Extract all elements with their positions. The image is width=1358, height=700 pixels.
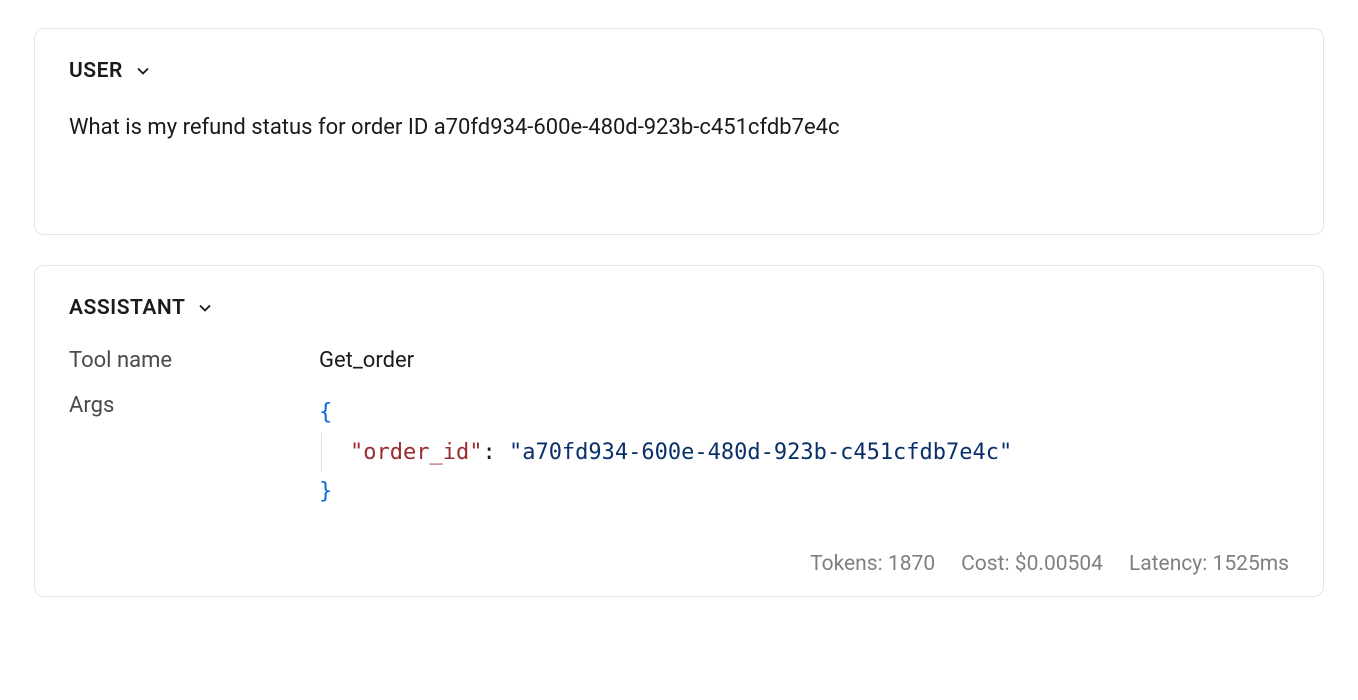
cost-value: $0.00504 <box>1015 552 1103 576</box>
user-message-content: What is my refund status for order ID a7… <box>69 111 1289 144</box>
stats-row: Tokens: 1870 Cost: $0.00504 Latency: 152… <box>69 552 1289 576</box>
tool-name-label: Tool name <box>69 348 319 373</box>
args-row: Args { "order_id": "a70fd934-600e-480d-9… <box>69 393 1289 512</box>
chevron-down-icon <box>195 298 215 318</box>
json-key: "order_id" <box>350 440 482 465</box>
json-value: "a70fd934-600e-480d-923b-c451cfdb7e4c" <box>509 440 1012 465</box>
json-body: "order_id": "a70fd934-600e-480d-923b-c45… <box>321 433 1012 473</box>
tokens-label: Tokens: <box>810 552 883 576</box>
cost-label: Cost: <box>961 552 1009 576</box>
user-message-card: USER What is my refund status for order … <box>34 28 1324 235</box>
latency-value: 1525ms <box>1213 552 1289 576</box>
assistant-role-label: ASSISTANT <box>69 296 185 320</box>
args-json-block: { "order_id": "a70fd934-600e-480d-923b-c… <box>319 393 1289 512</box>
user-header-toggle[interactable]: USER <box>69 59 1289 83</box>
tokens-stat: Tokens: 1870 <box>810 552 935 576</box>
cost-stat: Cost: $0.00504 <box>961 552 1103 576</box>
assistant-header-toggle[interactable]: ASSISTANT <box>69 296 1289 320</box>
assistant-message-card: ASSISTANT Tool name Get_order Args { "or… <box>34 265 1324 597</box>
latency-label: Latency: <box>1129 552 1207 576</box>
tool-name-value: Get_order <box>319 348 1289 373</box>
args-label: Args <box>69 393 319 512</box>
json-open-brace: { <box>319 400 332 425</box>
user-role-label: USER <box>69 59 123 83</box>
chevron-down-icon <box>133 61 153 81</box>
tokens-value: 1870 <box>888 552 935 576</box>
json-close-brace: } <box>319 479 332 504</box>
json-colon: : <box>482 440 509 465</box>
tool-name-row: Tool name Get_order <box>69 348 1289 373</box>
latency-stat: Latency: 1525ms <box>1129 552 1289 576</box>
